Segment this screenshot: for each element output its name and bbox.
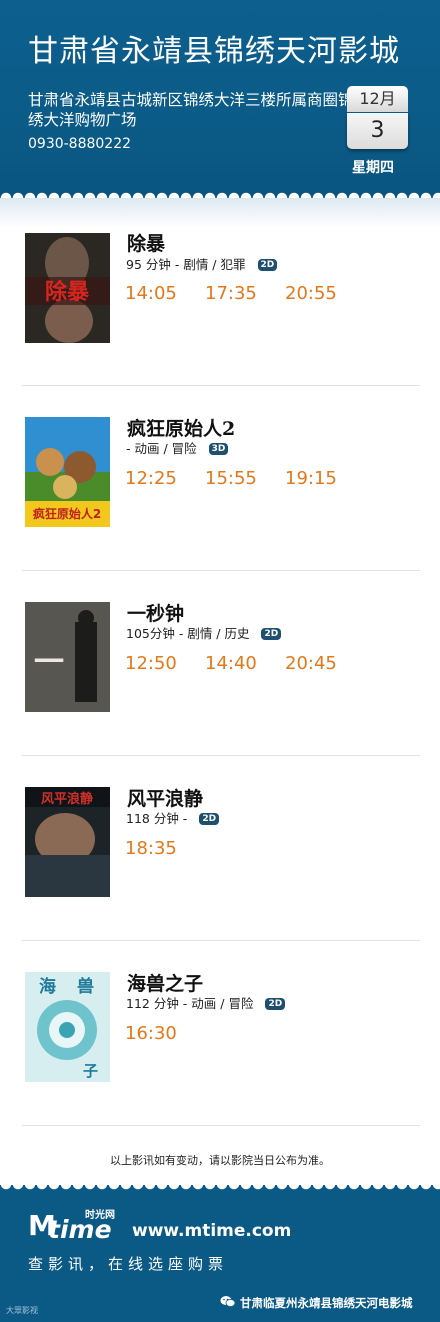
cinema-address: 甘肃省永靖县古城新区锦绣大洋三楼所属商圈锦绣大洋购物广场: [28, 91, 354, 129]
showtimes: 16:30: [125, 1023, 205, 1044]
movie-meta: 95 分钟 - 剧情 / 犯罪 2D: [126, 254, 278, 273]
mtime-slogan: 查影讯，在线选座购票: [28, 1255, 229, 1273]
svg-text:疯狂原始人2: 疯狂原始人2: [33, 506, 101, 521]
showtimes: 12:25 15:55 19:15: [125, 468, 365, 489]
showtime[interactable]: 20:55: [285, 283, 365, 304]
movie-poster: 一: [25, 602, 110, 712]
showtime[interactable]: 12:25: [125, 468, 205, 489]
svg-text:风平浪静: 风平浪静: [41, 791, 93, 807]
movie-item: 疯狂原始人2 疯狂原始人2 - 动画 / 冒险 3D 12:25 15:55 19:1…: [22, 385, 420, 571]
showtime[interactable]: 14:05: [125, 283, 205, 304]
mtime-logo-text: time: [48, 1215, 112, 1244]
movie-item: 风平浪静 风平浪静 118 分钟 -2D 18:35: [22, 755, 420, 941]
cinema-name: 甘肃省永靖县锦绣天河影城: [28, 34, 400, 69]
watermark: 大眾影视: [6, 1306, 38, 1315]
showtimes: 18:35: [125, 838, 205, 859]
cinema-header: 甘肃省永靖县锦绣天河影城 甘肃省永靖县古城新区锦绣大洋三楼所属商圈锦绣大洋购物广…: [0, 0, 440, 198]
calendar-month: 12月: [347, 86, 408, 112]
format-badge: 2D: [199, 812, 220, 825]
movie-title: 海兽之子: [127, 973, 204, 995]
showtimes: 12:50 14:40 20:45: [125, 653, 365, 674]
wechat-account: 甘肃临夏州永靖县锦绣天河电影城: [220, 1295, 413, 1311]
movie-meta: - 动画 / 冒险 3D: [126, 438, 229, 457]
header-scallop-edge: [0, 186, 440, 198]
mtime-site-link[interactable]: www.mtime.com: [132, 1221, 291, 1241]
format-badge: 2D: [265, 997, 286, 1010]
svg-text:一: 一: [34, 645, 64, 680]
svg-text:海: 海: [39, 976, 56, 997]
showtimes: 14:05 17:35 20:55: [125, 283, 365, 304]
movie-item: 海 兽 子 海兽之子 112 分钟 - 动画 / 冒险 2D 16:30: [22, 940, 420, 1126]
showtime[interactable]: 15:55: [205, 468, 285, 489]
movie-title: 一秒钟: [127, 603, 185, 625]
movie-title: 除暴: [127, 233, 166, 255]
format-badge: 2D: [257, 258, 278, 271]
format-badge: 2D: [261, 627, 282, 640]
wechat-account-name: 甘肃临夏州永靖县锦绣天河电影城: [240, 1296, 413, 1310]
footer-scallop-edge: [0, 1184, 440, 1196]
showtime[interactable]: 18:35: [125, 838, 205, 859]
showtime[interactable]: 12:50: [125, 653, 205, 674]
movie-meta: 105分钟 - 剧情 / 历史 2D: [126, 623, 282, 642]
movie-title: 疯狂原始人2: [127, 418, 236, 440]
movie-item: 一 一秒钟 105分钟 - 剧情 / 历史 2D 12:50 14:40 20:45: [22, 570, 420, 756]
calendar-day: 3: [347, 113, 408, 149]
format-badge: 3D: [208, 442, 229, 455]
schedule-notice: 以上影讯如有变动，请以影院当日公布为准。: [110, 1154, 330, 1167]
wechat-icon: [220, 1295, 236, 1311]
movie-title: 风平浪静: [127, 788, 204, 810]
mtime-footer: M 时光网 time www.mtime.com 查影讯，在线选座购票 甘肃临夏…: [0, 1184, 440, 1322]
showtime[interactable]: 16:30: [125, 1023, 205, 1044]
cinema-phone: 0930-8880222: [28, 136, 132, 152]
svg-text:子: 子: [83, 1062, 98, 1080]
svg-text:兽: 兽: [77, 976, 94, 997]
movie-poster: 风平浪静: [25, 787, 110, 897]
showtime[interactable]: 14:40: [205, 653, 285, 674]
calendar-icon: 12月 3: [347, 86, 408, 149]
movie-item: 除暴 除暴 95 分钟 - 剧情 / 犯罪 2D 14:05 17:35 20:55: [22, 200, 420, 386]
showtime[interactable]: 20:45: [285, 653, 365, 674]
movie-meta: 112 分钟 - 动画 / 冒险 2D: [126, 993, 286, 1012]
showtime[interactable]: 19:15: [285, 468, 365, 489]
movie-poster: 疯狂原始人2: [25, 417, 110, 527]
movie-meta: 118 分钟 -2D: [126, 808, 220, 827]
showtime[interactable]: 17:35: [205, 283, 285, 304]
calendar-weekday: 星期四: [352, 160, 394, 176]
movie-poster: 海 兽 子: [25, 972, 110, 1082]
svg-text:除暴: 除暴: [45, 279, 90, 305]
movie-poster: 除暴: [25, 233, 110, 343]
